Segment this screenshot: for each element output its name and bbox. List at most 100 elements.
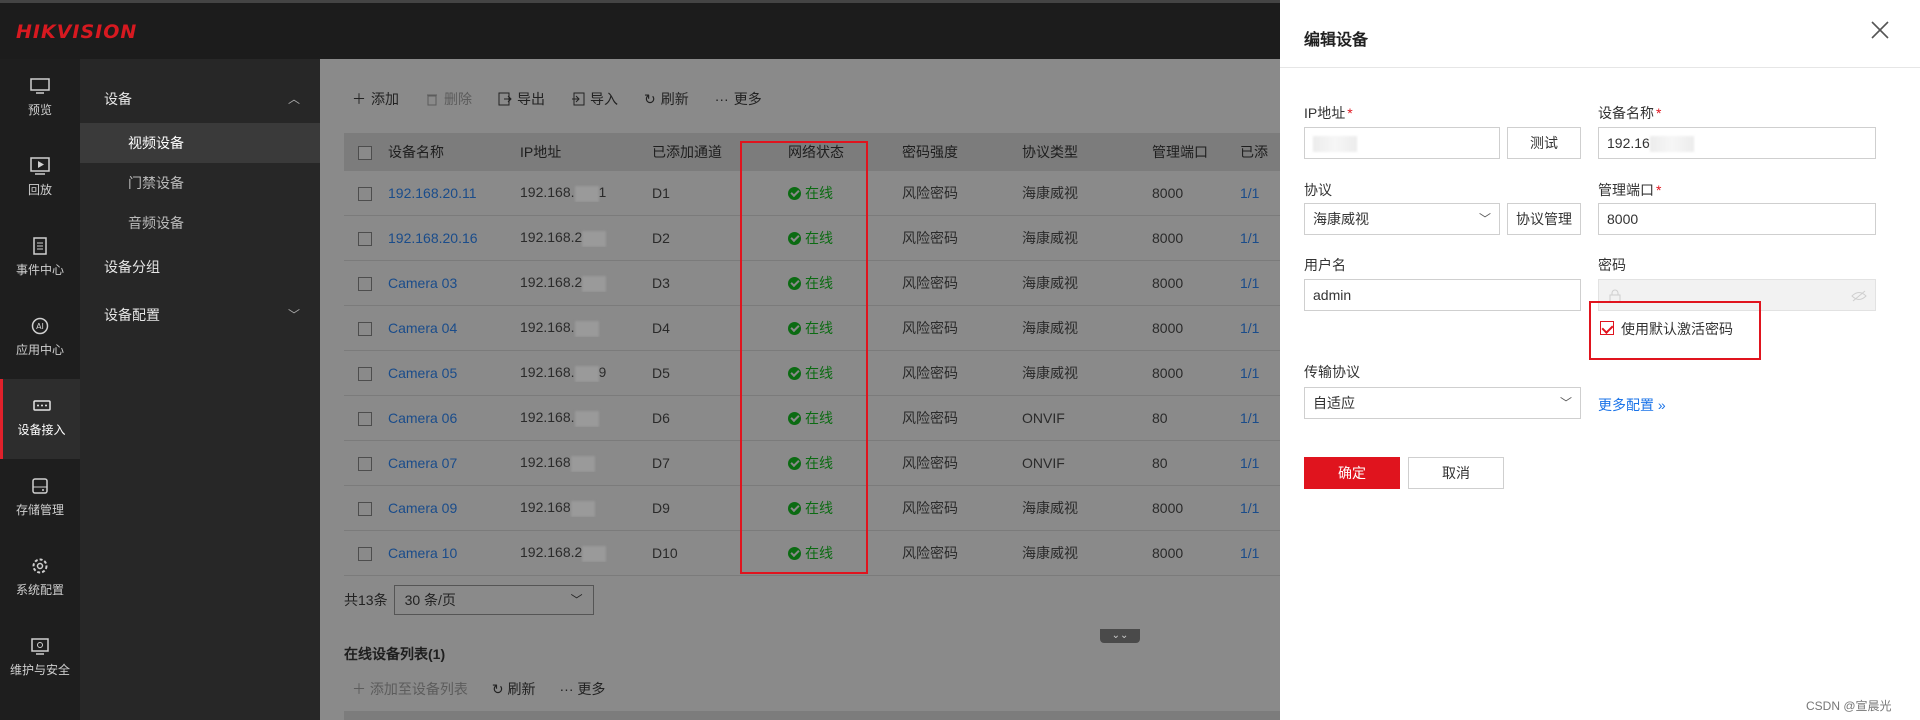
ip-label: IP地址 * [1304,105,1353,121]
rail-item-app-center[interactable]: AI 应用中心 [0,299,80,379]
device-name-link[interactable]: Camera 09 [388,500,457,516]
row-checkbox[interactable] [358,187,372,202]
port-text: 8000 [1152,275,1184,291]
device-name-input[interactable]: 192.16 [1598,127,1876,159]
online-refresh-label: 刷新 [507,681,536,697]
import-label: 导入 [590,91,618,107]
redacted-blur [1649,136,1694,153]
delete-button[interactable]: 删除 [425,89,472,109]
rail-item-maintenance[interactable]: 维护与安全 [0,619,80,699]
submenu-group-device[interactable]: 设备 ︿ [80,79,320,119]
header-protocol-type[interactable]: 协议类型 [1012,142,1142,162]
submenu-group-label: 设备 [104,91,132,107]
device-name-link[interactable]: Camera 06 [388,410,457,426]
row-checkbox[interactable] [358,232,372,247]
add-button[interactable]: ＋ 添加 [352,89,399,109]
device-name-link[interactable]: Camera 03 [388,275,457,291]
device-name-link[interactable]: Camera 04 [388,320,457,336]
ip-text: 192.168.2 [520,544,583,561]
protocol-text: 海康威视 [1022,545,1078,561]
added-count-link[interactable]: 1/1 [1240,455,1259,471]
rail-item-system-config[interactable]: 系统配置 [0,539,80,619]
add-to-list-button[interactable]: ＋ 添加至设备列表 [352,679,468,699]
protocol-manage-button[interactable]: 协议管理 [1507,203,1581,235]
online-refresh-button[interactable]: ↻ 刷新 [492,679,536,699]
close-icon[interactable] [1870,20,1890,40]
rail-item-device-access[interactable]: 设备接入 [0,379,80,459]
collapse-handle[interactable]: ⌄⌄ [1100,629,1140,643]
header-manage-port[interactable]: 管理端口 [1142,142,1230,162]
test-button[interactable]: 测试 [1507,127,1581,159]
username-label: 用户名 [1304,257,1346,273]
default-password-checkbox[interactable] [1600,321,1614,335]
protocol-text: 海康威视 [1022,275,1078,291]
row-checkbox[interactable] [358,457,372,472]
password-label: 密码 [1598,257,1626,273]
added-count-link[interactable]: 1/1 [1240,500,1259,516]
import-button[interactable]: 导入 [571,89,618,109]
export-icon [498,92,512,106]
added-count-link[interactable]: 1/1 [1240,545,1259,561]
protocol-select[interactable]: 海康威视 ﹀ [1304,203,1500,235]
protocol-text: 海康威视 [1022,185,1078,201]
password-strength-text: 风险密码 [902,320,958,336]
select-all-checkbox[interactable] [358,146,372,161]
default-password-checkbox-label[interactable]: 使用默认激活密码 [1621,319,1733,339]
row-checkbox[interactable] [358,547,372,562]
cancel-button[interactable]: 取消 [1408,457,1504,489]
submenu-group-device-group[interactable]: 设备分组 [80,247,320,287]
rail-item-storage[interactable]: 存储管理 [0,459,80,539]
added-count-link[interactable]: 1/1 [1240,320,1259,336]
submenu-group-device-config[interactable]: 设备配置 ﹀ [80,295,320,335]
port-text: 8000 [1152,500,1184,516]
header-device-name[interactable]: 设备名称 [378,142,510,162]
header-added[interactable]: 已添 [1230,142,1280,162]
refresh-button[interactable]: ↻ 刷新 [644,89,689,109]
port-text: 8000 [1152,545,1184,561]
online-more-button[interactable]: ··· 更多 [560,679,606,699]
port-input[interactable]: 8000 [1598,203,1876,235]
rail-item-event-center[interactable]: 事件中心 [0,219,80,299]
ip-text: 192.168. [520,319,575,336]
rail-item-preview[interactable]: 预览 [0,59,80,139]
eye-hidden-icon[interactable] [1851,290,1867,302]
confirm-button[interactable]: 确定 [1304,457,1400,489]
playback-icon [30,157,50,175]
ip-text: 192.168. [520,409,575,426]
row-checkbox[interactable] [358,367,372,382]
added-count-link[interactable]: 1/1 [1240,275,1259,291]
more-button[interactable]: ··· 更多 [715,89,762,109]
added-count-link[interactable]: 1/1 [1240,410,1259,426]
row-checkbox[interactable] [358,277,372,292]
username-input[interactable]: admin [1304,279,1581,311]
add-to-list-label: 添加至设备列表 [369,681,468,697]
more-config-link[interactable]: 更多配置 » [1598,395,1666,415]
submenu-item-access-device[interactable]: 门禁设备 [80,163,320,203]
header-password-strength[interactable]: 密码强度 [892,142,1012,162]
transport-select[interactable]: 自适应 ﹀ [1304,387,1581,419]
device-name-link[interactable]: Camera 10 [388,545,457,561]
export-button[interactable]: 导出 [498,89,545,109]
added-count-link[interactable]: 1/1 [1240,230,1259,246]
row-checkbox[interactable] [358,412,372,427]
row-checkbox[interactable] [358,502,372,517]
ip-input[interactable] [1304,127,1500,159]
redacted-blur [570,455,595,472]
page-size-select[interactable]: 30 条/页 ﹀ [393,585,594,615]
device-name-link[interactable]: 192.168.20.11 [388,185,477,201]
submenu-item-video-device[interactable]: 视频设备 [80,123,320,163]
ip-text: 192.168. [520,364,575,381]
ip-tail: 1 [598,184,607,201]
submenu-item-audio-device[interactable]: 音频设备 [80,203,320,243]
added-count-link[interactable]: 1/1 [1240,365,1259,381]
device-name-link[interactable]: Camera 05 [388,365,457,381]
added-count-link[interactable]: 1/1 [1240,185,1259,201]
rail-item-playback[interactable]: 回放 [0,139,80,219]
device-name-link[interactable]: 192.168.20.16 [388,230,478,246]
trash-icon [427,94,437,106]
online-more-label: 更多 [577,681,606,697]
device-name-link[interactable]: Camera 07 [388,455,457,471]
header-ip[interactable]: IP地址 [510,142,642,162]
ip-text: 192.168. [520,184,575,201]
row-checkbox[interactable] [358,322,372,337]
